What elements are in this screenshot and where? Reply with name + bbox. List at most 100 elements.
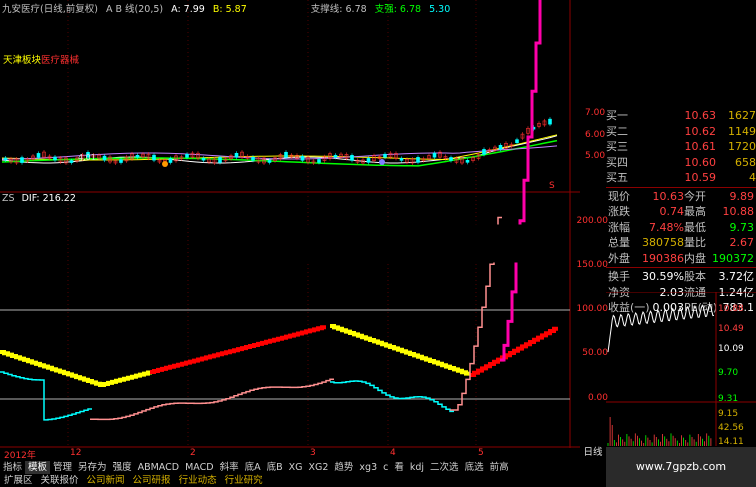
quote-label: 总量 bbox=[608, 236, 630, 249]
indicator-tab[interactable]: XG bbox=[286, 461, 306, 474]
bottom-tab[interactable]: 扩展区 bbox=[0, 474, 37, 487]
candle-body bbox=[416, 157, 420, 163]
mini-volume-label: 9.15 bbox=[718, 409, 738, 419]
quote-value: 380758 bbox=[642, 236, 684, 249]
quote-value: 0.74 bbox=[659, 205, 685, 218]
quote-label: 现价 bbox=[608, 189, 630, 203]
indicator-tab[interactable]: 强度 bbox=[110, 461, 135, 474]
indicator-tab[interactable]: xg3 bbox=[356, 461, 380, 474]
time-axis-label: 3 bbox=[310, 448, 316, 458]
stock-name: 九安医疗(日线,前复权) bbox=[2, 4, 98, 15]
candle-body bbox=[383, 153, 387, 158]
indicator-tab[interactable]: 看 bbox=[391, 461, 407, 474]
candle-body bbox=[152, 154, 156, 161]
ask-price: 10.60 bbox=[684, 155, 717, 169]
indicator-tab[interactable]: 斜率 bbox=[217, 461, 242, 474]
ask-row[interactable]: 买二 10.62 1149 bbox=[606, 124, 756, 140]
quote-pair-row: 总量 380758 量比 2.67 bbox=[606, 235, 756, 251]
lower-indicator-name: ZS bbox=[2, 193, 15, 204]
time-axis-label: 2012年 bbox=[4, 451, 36, 461]
bottom-tab[interactable]: 公司研报 bbox=[129, 474, 175, 487]
candle-body bbox=[350, 155, 354, 161]
indicator-tab[interactable]: 指标 bbox=[0, 461, 25, 474]
ask-label: 买四 bbox=[606, 155, 628, 169]
candle-body bbox=[366, 158, 371, 163]
candle-body bbox=[300, 156, 305, 161]
ask-price: 10.59 bbox=[684, 171, 717, 184]
candle-body bbox=[251, 156, 255, 161]
ask-volume: 1627 bbox=[728, 109, 756, 122]
indicator-tab[interactable]: 底A bbox=[242, 461, 264, 474]
candle-body bbox=[135, 155, 140, 158]
candle-body bbox=[267, 160, 272, 163]
candle-body bbox=[234, 152, 239, 158]
quote-value: 3.72亿 bbox=[718, 270, 755, 283]
quote-value: 7.48% bbox=[649, 220, 684, 234]
ask-price: 10.62 bbox=[684, 124, 717, 138]
indicator-tab[interactable]: 前高 bbox=[487, 461, 512, 474]
signal-dot bbox=[379, 159, 385, 165]
indicator-tab[interactable]: 模板 bbox=[25, 461, 51, 474]
main-chart[interactable] bbox=[0, 0, 580, 448]
quote-label: 股本 bbox=[684, 270, 706, 283]
ask-volume: 1720 bbox=[728, 140, 756, 153]
indicator-tab[interactable]: 二次选 bbox=[427, 461, 462, 474]
candle-body bbox=[185, 154, 189, 158]
series-line bbox=[470, 326, 558, 377]
candle-body bbox=[482, 149, 486, 155]
candle-body bbox=[3, 157, 8, 161]
ask-row[interactable]: 买五 10.59 4 bbox=[606, 170, 756, 186]
mini-volume-label: 14.11 bbox=[718, 437, 744, 446]
indicator-tab[interactable]: 底选 bbox=[462, 461, 487, 474]
bottom-tab[interactable]: 行业研究 bbox=[221, 474, 267, 487]
candle-body bbox=[201, 157, 206, 161]
quote-label: 今开 bbox=[684, 189, 706, 203]
indicator-tab[interactable]: XG2 bbox=[305, 461, 331, 474]
axis-marker: S bbox=[549, 181, 555, 191]
series-line bbox=[330, 380, 454, 413]
indicator-tab[interactable]: MACD bbox=[182, 461, 216, 474]
indicator-tab[interactable]: 管理 bbox=[50, 461, 75, 474]
ask-row[interactable]: 买四 10.60 658 bbox=[606, 155, 756, 171]
indicator-tab[interactable]: ABMACD bbox=[135, 461, 183, 474]
ask-label: 买二 bbox=[606, 124, 628, 138]
indicator-tab[interactable]: c bbox=[380, 461, 391, 474]
time-axis-label: 4 bbox=[390, 448, 396, 458]
candle-body bbox=[53, 156, 57, 161]
quote-divider bbox=[606, 267, 756, 268]
mini-axis-label: 9.31 bbox=[718, 394, 738, 404]
indicator-tab[interactable]: 趋势 bbox=[331, 461, 356, 474]
quote-label: 外盘 bbox=[608, 251, 630, 265]
quote-panel: 买一 10.63 1627 买二 10.62 1149 买三 10.61 1720 买四 10.60… bbox=[606, 108, 756, 316]
candle-body bbox=[69, 160, 74, 163]
bottom-tab[interactable]: 关联报价 bbox=[37, 474, 83, 487]
lower-axis-label: 100.00 bbox=[576, 304, 609, 314]
bottom-tab-bar: 扩展区 关联报价 公司新闻 公司研报 行业动态 行业研究 bbox=[0, 474, 605, 487]
sector-tianjin[interactable]: 天津板块 bbox=[3, 55, 41, 66]
mini-volume-label: 42.56 bbox=[718, 423, 744, 433]
candle-body bbox=[465, 160, 470, 163]
ask-row[interactable]: 买三 10.61 1720 bbox=[606, 139, 756, 155]
chart-header: 九安医疗(日线,前复权) A B 线(20,5) A: 7.99 B: 5.87… bbox=[2, 1, 455, 15]
bottom-tab[interactable]: 公司新闻 bbox=[83, 474, 129, 487]
candle-body bbox=[333, 154, 338, 158]
dif-value: DIF: 216.22 bbox=[21, 193, 76, 204]
candle-body bbox=[498, 145, 503, 150]
bottom-tab[interactable]: 行业动态 bbox=[175, 474, 221, 487]
indicator-tab[interactable]: kdj bbox=[407, 461, 427, 474]
sector-tags: 天津板块医疗器械 bbox=[3, 52, 79, 66]
series-line bbox=[330, 324, 470, 376]
time-axis-label: 2 bbox=[190, 448, 196, 458]
ask-row[interactable]: 买一 10.63 1627 bbox=[606, 108, 756, 124]
ask-volume: 4 bbox=[749, 171, 756, 184]
lower-axis-label: 0.00 bbox=[587, 393, 608, 403]
ask-label: 买一 bbox=[606, 109, 628, 122]
candle-body bbox=[168, 158, 173, 163]
day-button[interactable]: 日线 bbox=[580, 447, 606, 459]
sector-medical[interactable]: 医疗器械 bbox=[41, 55, 79, 66]
intraday-mini-chart[interactable]: 10.88 10.49 10.09 9.70 9.31 9.15 42.56 14.11 bbox=[606, 292, 756, 446]
mini-axis-label: 10.09 bbox=[718, 344, 744, 354]
time-axis: 2012年 12 2 3 4 5 bbox=[0, 448, 580, 461]
indicator-tab[interactable]: 底B bbox=[264, 461, 286, 474]
indicator-tab[interactable]: 另存为 bbox=[75, 461, 110, 474]
